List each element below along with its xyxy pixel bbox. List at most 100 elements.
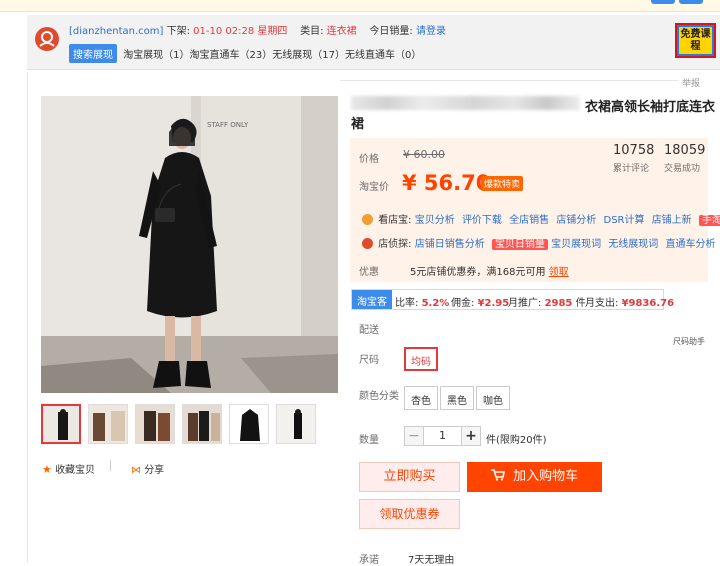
monthly-value: 2985 bbox=[544, 298, 573, 309]
current-price: ¥ 56.70 bbox=[402, 171, 491, 195]
tool-link[interactable]: DSR计算 bbox=[604, 215, 645, 226]
thumbnail[interactable] bbox=[135, 404, 175, 444]
title-blur bbox=[470, 96, 580, 110]
color-option[interactable]: 黑色 bbox=[440, 386, 474, 410]
thumbnail[interactable] bbox=[182, 404, 222, 444]
star-icon: ★ bbox=[42, 463, 52, 476]
extension-bar: [dianzhentan.com] 下架: 01-10 02:28 星期四 类目… bbox=[27, 15, 720, 70]
divider bbox=[110, 460, 111, 471]
hot-sale-badge: 爆款特卖 bbox=[481, 176, 524, 191]
top-notice-strip bbox=[0, 0, 720, 12]
kandianbao-icon bbox=[362, 214, 373, 225]
divider bbox=[340, 80, 678, 81]
add-to-cart-label: 加入购物车 bbox=[513, 469, 579, 484]
tool-link[interactable]: 店铺日销售分析 bbox=[415, 239, 485, 250]
quantity-increment-button[interactable]: + bbox=[461, 426, 481, 446]
monthly-label: 月推广: bbox=[508, 298, 542, 309]
tool-link[interactable]: 无线展现词 bbox=[608, 239, 658, 250]
quantity-label: 数量 bbox=[359, 435, 379, 446]
commission-item: 佣金: ¥2.95 bbox=[451, 294, 509, 309]
kandianbao-label: 看店宝: bbox=[378, 215, 412, 226]
divider bbox=[27, 72, 28, 562]
site-link[interactable]: [dianzhentan.com] bbox=[69, 26, 163, 37]
wall-sign: STAFF ONLY bbox=[207, 121, 249, 129]
free-course-button[interactable]: 免费课程 bbox=[675, 23, 716, 58]
extension-logo-icon bbox=[35, 27, 59, 51]
color-label: 颜色分类 bbox=[359, 391, 399, 402]
deals-count: 18059 bbox=[664, 143, 706, 158]
quantity-limit: 件(限购20件) bbox=[486, 435, 547, 446]
coupon-label: 优惠 bbox=[359, 267, 379, 278]
reviews-label: 累计评论 bbox=[613, 164, 650, 174]
free-course-label: 免费课程 bbox=[679, 27, 712, 54]
tool-link[interactable]: 评价下载 bbox=[462, 215, 502, 226]
reviews-count: 10758 bbox=[613, 143, 655, 158]
size-label: 尺码 bbox=[359, 355, 379, 366]
tool-link[interactable]: 宝贝分析 bbox=[415, 215, 455, 226]
original-price: ¥ 60.00 bbox=[403, 148, 445, 161]
dianzhentan-icon bbox=[362, 238, 373, 249]
sales-label: 今日销量: bbox=[369, 26, 413, 37]
title-blur bbox=[351, 96, 471, 110]
tb-price-label: 淘宝价 bbox=[359, 182, 389, 193]
get-coupon-button[interactable]: 领取优惠券 bbox=[359, 499, 460, 529]
size-helper-link[interactable]: 尺码助手 bbox=[673, 336, 705, 347]
extension-stats-line: 搜索展现 淘宝展现（1）淘宝直通车（23）无线展现（17）无线直通车（0） bbox=[69, 44, 421, 63]
cart-icon bbox=[490, 469, 513, 484]
tool-link[interactable]: 直通车分析 bbox=[666, 239, 716, 250]
spend-label: 月支出: bbox=[585, 298, 619, 309]
top-strip-button[interactable] bbox=[679, 0, 703, 4]
share-button[interactable]: ⋈ 分享 bbox=[131, 461, 164, 476]
display-stats: 淘宝展现（1）淘宝直通车（23）无线展现（17）无线直通车（0） bbox=[123, 50, 422, 61]
buy-now-button[interactable]: 立即购买 bbox=[359, 462, 460, 492]
ratio-item: 比率: 5.2% bbox=[395, 294, 449, 309]
kandianbao-tools: 看店宝: 宝贝分析 评价下载 全店销售 店铺分析 DSR计算 店铺上新 手淘预览 bbox=[362, 211, 720, 226]
share-icon: ⋈ bbox=[131, 465, 141, 476]
dianzhentan-label: 店侦探: bbox=[378, 239, 412, 250]
delist-time: 01-10 02:28 星期四 bbox=[193, 26, 288, 37]
ratio-value: 5.2% bbox=[421, 298, 450, 309]
deals-label: 交易成功 bbox=[664, 164, 701, 174]
monthly-item: 月推广: 2985 件 bbox=[508, 294, 586, 309]
add-to-cart-button[interactable]: 加入购物车 bbox=[467, 462, 602, 492]
color-option[interactable]: 咖色 bbox=[476, 386, 510, 410]
spend-value: ¥9836.76 bbox=[621, 298, 675, 309]
commission-label: 佣金: bbox=[451, 298, 475, 309]
tool-link[interactable]: 店铺上新 bbox=[652, 215, 692, 226]
coupon-text: 5元店铺优惠券，满168元可用 领取 bbox=[410, 263, 569, 278]
coupon-desc: 5元店铺优惠券，满168元可用 bbox=[410, 267, 546, 278]
quantity-decrement-button[interactable]: − bbox=[404, 426, 424, 446]
tool-link[interactable]: 店铺分析 bbox=[556, 215, 596, 226]
mobile-preview-tag[interactable]: 手淘预览 bbox=[698, 215, 720, 226]
sales-login-link[interactable]: 请登录 bbox=[416, 26, 446, 37]
category-link[interactable]: 连衣裙 bbox=[327, 26, 357, 37]
color-option[interactable]: 杏色 bbox=[404, 386, 438, 410]
daily-sales-tag[interactable]: 宝贝日销量 bbox=[491, 239, 548, 250]
size-option[interactable]: 均码 bbox=[404, 347, 438, 371]
thumbnail[interactable] bbox=[229, 404, 269, 444]
tool-link[interactable]: 全店销售 bbox=[509, 215, 549, 226]
thumbnail[interactable] bbox=[41, 404, 81, 444]
quantity-input[interactable]: 1 bbox=[424, 426, 461, 446]
thumbnail-strip bbox=[41, 404, 341, 446]
favorite-label: 收藏宝贝 bbox=[55, 465, 96, 476]
spend-item: 月支出: ¥9836.76 bbox=[585, 294, 674, 309]
search-display-badge[interactable]: 搜索展现 bbox=[69, 44, 117, 63]
thumbnail[interactable] bbox=[88, 404, 128, 444]
top-strip-button[interactable] bbox=[651, 0, 675, 4]
promise-text: 7天无理由 bbox=[408, 555, 455, 566]
ratio-label: 比率: bbox=[395, 298, 419, 309]
coupon-claim-link[interactable]: 领取 bbox=[549, 267, 569, 278]
share-label: 分享 bbox=[144, 465, 165, 476]
taobaoke-tag[interactable]: 淘宝客 bbox=[352, 290, 392, 309]
report-link[interactable]: 举报 bbox=[682, 76, 700, 89]
tool-link[interactable]: 宝贝展现词 bbox=[551, 239, 601, 250]
commission-value: ¥2.95 bbox=[477, 298, 510, 309]
product-title: 衣裙高领长袖打底连衣 bbox=[585, 100, 716, 115]
promise-label: 承诺 bbox=[359, 555, 379, 566]
taobaoke-bar: 淘宝客 比率: 5.2% 佣金: ¥2.95 月推广: 2985 件 月支出: … bbox=[351, 289, 674, 310]
thumbnail[interactable] bbox=[276, 404, 316, 444]
main-product-image[interactable]: STAFF ONLY bbox=[41, 96, 338, 393]
favorite-button[interactable]: ★ 收藏宝贝 bbox=[42, 461, 95, 476]
extension-info-line: [dianzhentan.com] 下架: 01-10 02:28 星期四 类目… bbox=[69, 22, 446, 37]
